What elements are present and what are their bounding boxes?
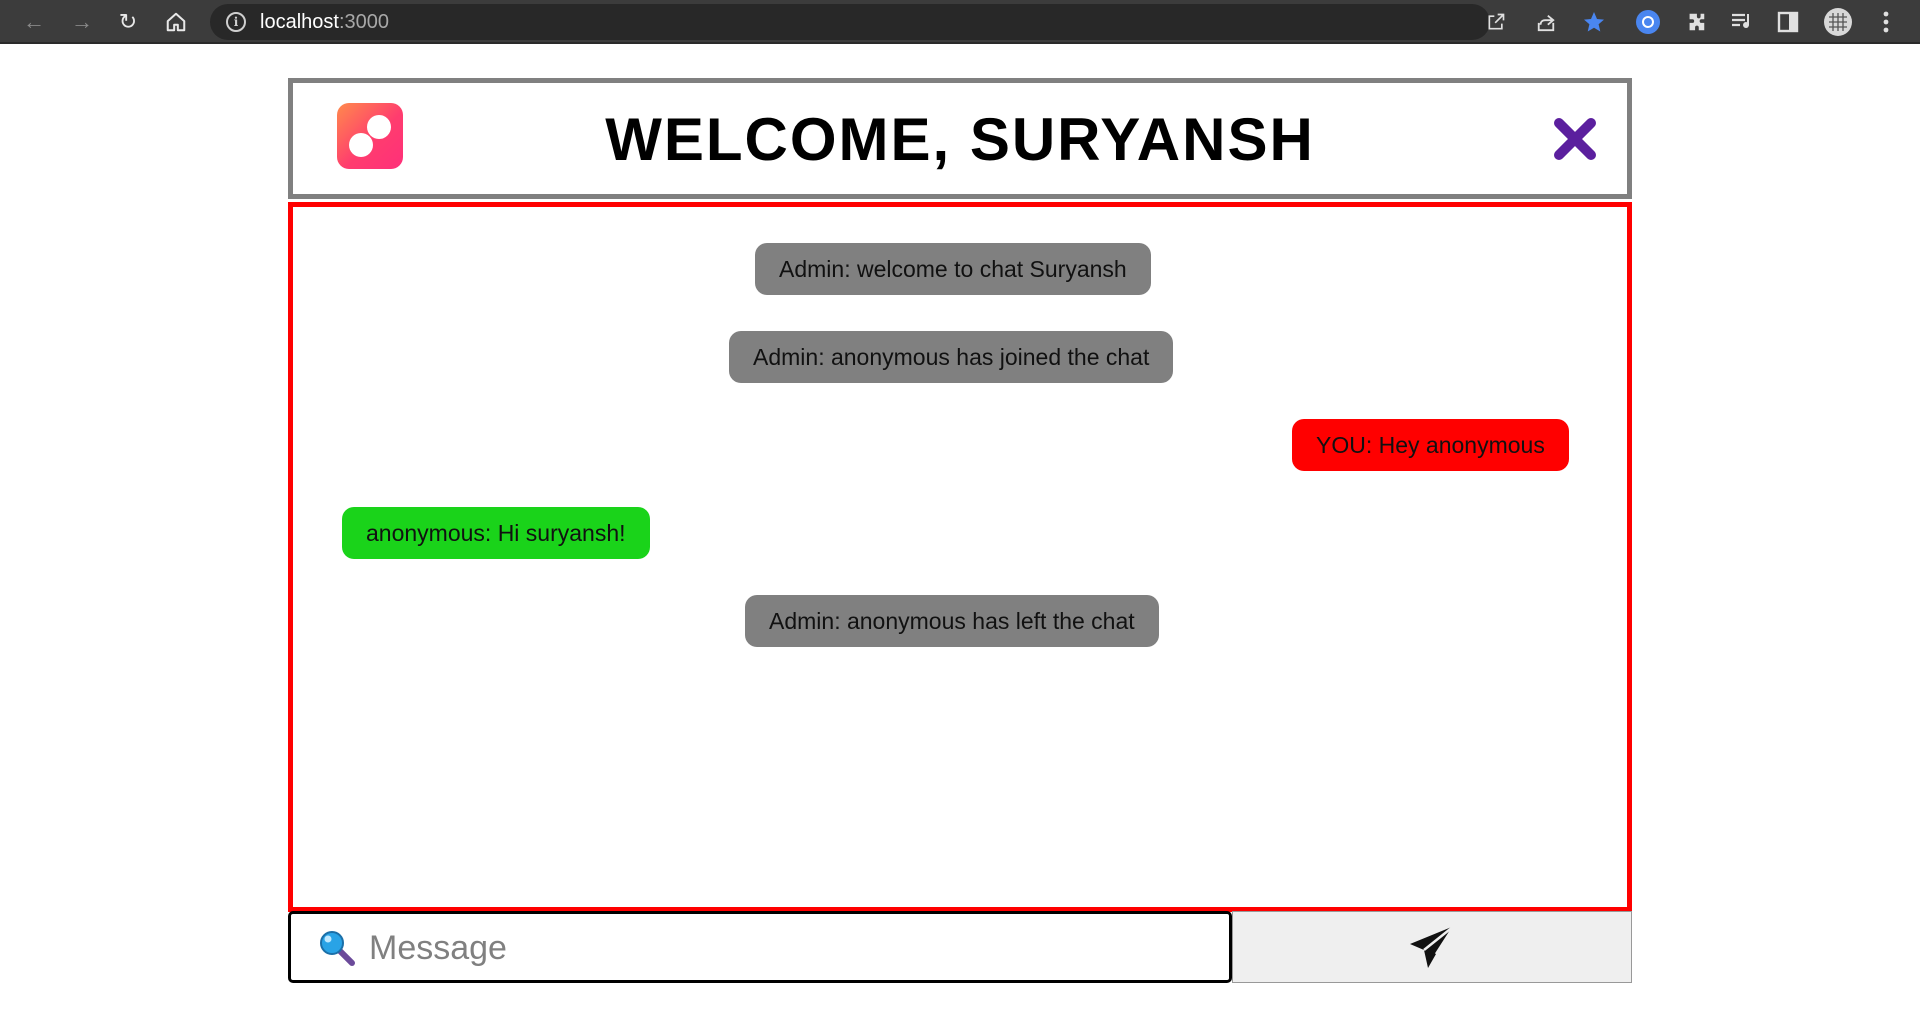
address-bar[interactable]: i localhost:3000: [210, 4, 1604, 40]
forward-arrow-icon[interactable]: →: [66, 6, 98, 38]
extension-icon[interactable]: [1632, 6, 1664, 38]
reload-icon[interactable]: ↻: [112, 6, 144, 38]
profile-avatar[interactable]: [1822, 6, 1854, 38]
menu-dots-icon[interactable]: [1870, 6, 1902, 38]
message-other: anonymous: Hi suryansh!: [342, 507, 650, 559]
message-input[interactable]: [369, 922, 1209, 974]
page-title: WELCOME, SURYANSH: [605, 106, 1315, 173]
back-arrow-icon[interactable]: ←: [18, 6, 50, 38]
open-external-icon[interactable]: [1480, 6, 1512, 38]
side-panel-icon[interactable]: [1772, 6, 1804, 38]
search-icon: [317, 928, 357, 968]
url-text: localhost:3000: [260, 11, 389, 33]
bookmark-star-icon[interactable]: [1578, 6, 1610, 38]
browser-toolbar: ← → ↻ i localhost:3000: [0, 0, 1920, 44]
message-admin: Admin: anonymous has left the chat: [745, 595, 1159, 647]
message-admin: Admin: anonymous has joined the chat: [729, 331, 1174, 383]
paper-plane-icon: [1410, 925, 1456, 968]
home-icon[interactable]: [160, 6, 192, 38]
close-icon[interactable]: [1553, 117, 1597, 161]
puzzle-icon[interactable]: [1680, 6, 1712, 38]
message-admin: Admin: welcome to chat Suryansh: [755, 243, 1151, 295]
info-icon[interactable]: i: [226, 12, 246, 32]
message-input-box[interactable]: [288, 911, 1232, 983]
share-icon[interactable]: [1530, 6, 1562, 38]
chat-messages-area[interactable]: Admin: welcome to chat Suryansh Admin: a…: [288, 202, 1632, 912]
media-queue-icon[interactable]: [1726, 6, 1758, 38]
message-you: YOU: Hey anonymous: [1292, 419, 1569, 471]
send-button[interactable]: [1232, 911, 1632, 983]
chat-header: WELCOME, SURYANSH: [288, 78, 1632, 199]
